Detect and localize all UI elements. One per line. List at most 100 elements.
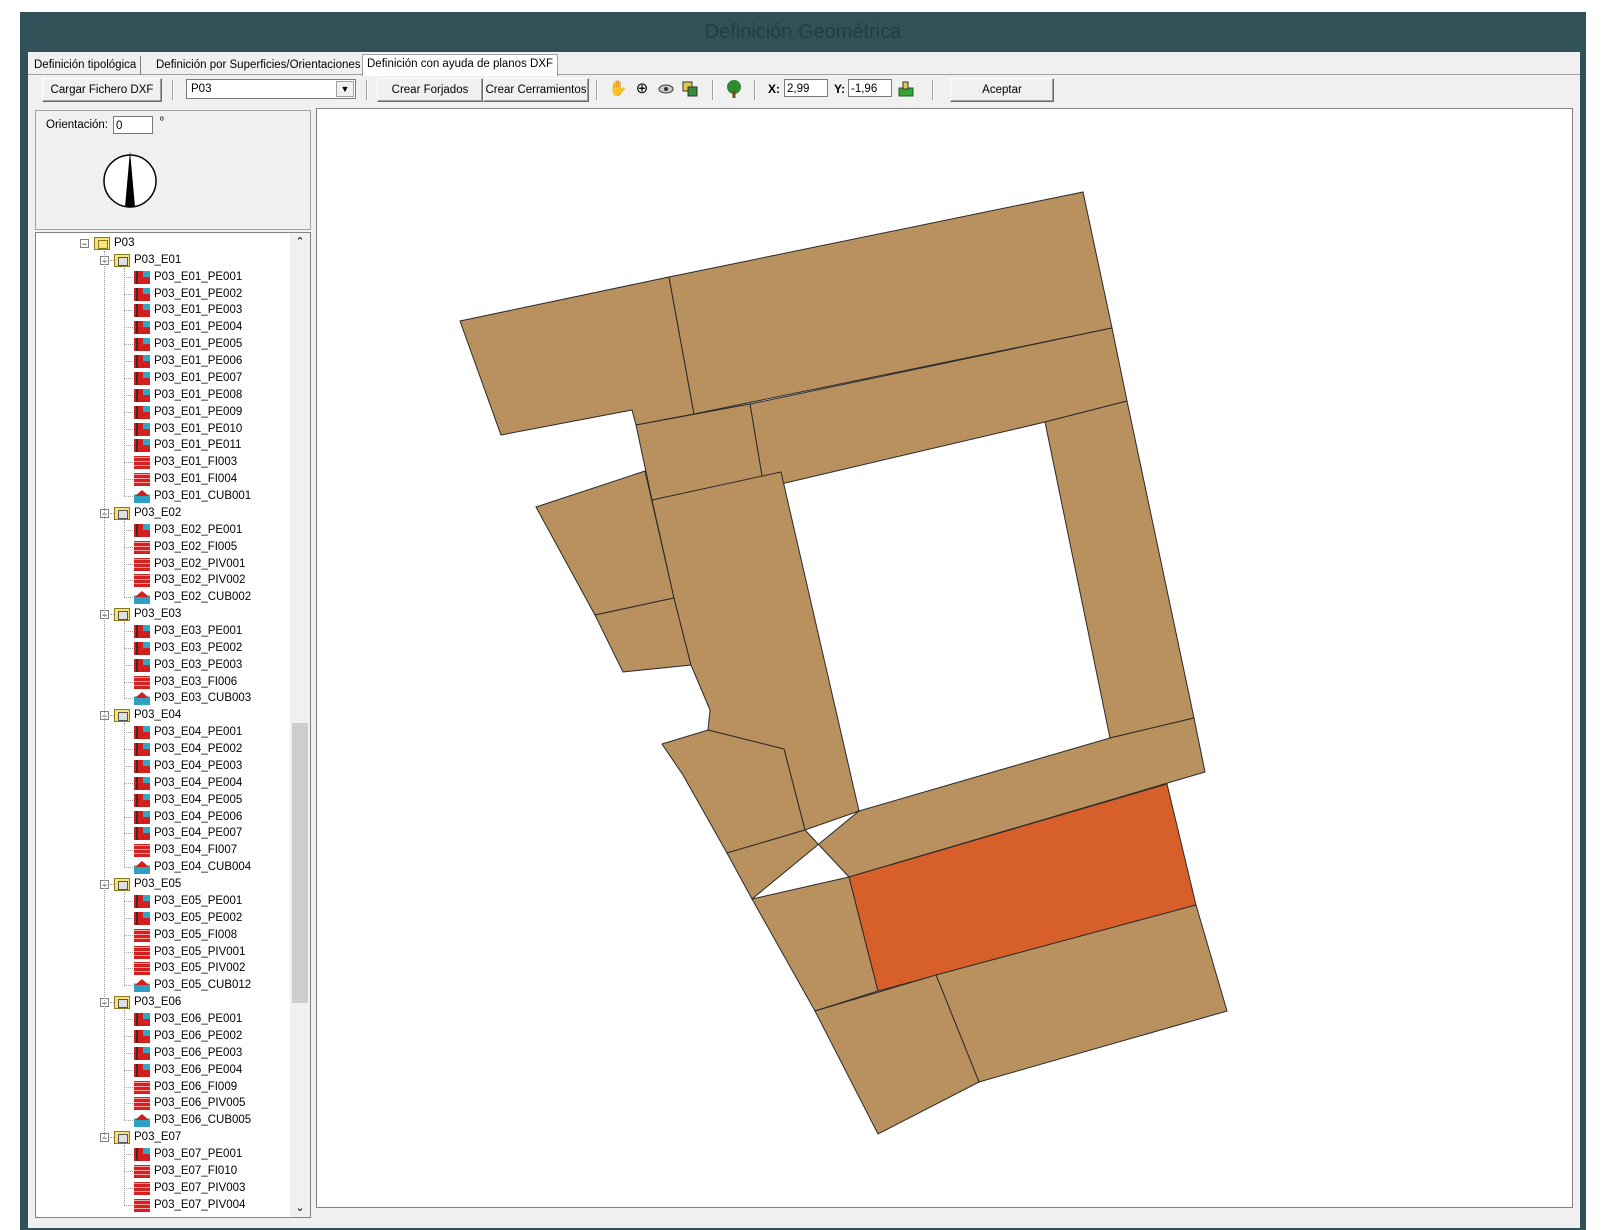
tree-connector [124, 951, 133, 953]
tree-node-label: P03_E05_PE002 [154, 911, 243, 924]
level-icon [114, 608, 130, 622]
tree-connector [124, 968, 133, 970]
floor-icon [134, 1181, 150, 1195]
tree-icon[interactable] [724, 79, 744, 99]
tree-connector [124, 580, 133, 582]
toolbar-separator [754, 80, 756, 100]
scroll-up-icon[interactable]: ⌃ [290, 233, 310, 251]
wall-icon [134, 287, 150, 301]
y-coordinate-field[interactable]: -1,96 [848, 79, 892, 97]
scroll-down-icon[interactable]: ⌄ [290, 1199, 310, 1217]
tree-connector [124, 892, 125, 986]
orientation-field[interactable]: 0 [113, 116, 153, 134]
wall-icon [134, 388, 150, 402]
tree-connector [124, 985, 133, 987]
tree-connector [124, 1170, 133, 1172]
layers-icon[interactable] [680, 79, 700, 99]
tree-connector [124, 1052, 133, 1054]
load-dxf-button[interactable]: Cargar Fichero DXF [42, 78, 162, 102]
view-icon[interactable] [656, 79, 676, 99]
wall-icon [134, 422, 150, 436]
tree-node-label: P03_E05_PE001 [154, 894, 243, 907]
tree-node-label: P03_E06_PE001 [154, 1013, 243, 1026]
pan-hand-icon[interactable]: ✋ [608, 79, 628, 99]
tree-connector [124, 1153, 133, 1155]
tree-connector [124, 344, 133, 346]
dxf-plan-canvas[interactable] [316, 108, 1573, 1208]
wall-icon [134, 894, 150, 908]
tree-connector [124, 394, 133, 396]
roof-icon [134, 861, 150, 875]
floor-plan[interactable] [317, 109, 1572, 1207]
tree-node-label: P03_E06_PE003 [154, 1046, 243, 1059]
tab-dxf[interactable]: Definición con ayuda de planos DXF [362, 54, 559, 76]
floor-icon [134, 1080, 150, 1094]
tree-node-label: P03_E04_PE006 [154, 810, 243, 823]
wall-icon [134, 321, 150, 335]
tree-scrollbar[interactable]: ⌃ ⌄ [290, 233, 310, 1217]
zone-sw-corner[interactable] [661, 729, 806, 854]
compass-icon [103, 151, 157, 208]
scroll-thumb[interactable] [292, 723, 308, 1003]
wall-icon [134, 355, 150, 369]
zone-east-wing[interactable] [1044, 400, 1195, 739]
apply-coords-icon[interactable] [896, 79, 916, 99]
tree-node-label: P03_E01_PE008 [154, 388, 243, 401]
orientation-panel: Orientación: 0 º [35, 110, 311, 230]
roof-icon [134, 591, 150, 605]
create-enclosures-button[interactable]: Crear Cerramientos [483, 78, 589, 102]
tree-connector [124, 782, 133, 784]
tree-node-label: P03_E05_PIV001 [154, 945, 246, 958]
wall-icon [134, 1046, 150, 1060]
wall-icon [134, 759, 150, 773]
wall-icon [134, 827, 150, 841]
tab-superficies[interactable]: Definición por Superficies/Orientaciones [152, 56, 366, 74]
tree-connector [124, 411, 133, 413]
tree-connector [124, 1069, 133, 1071]
tree-node-label: P03_E01_PE005 [154, 338, 243, 351]
tree-connector [124, 496, 133, 498]
tree-node-label: P03_E01_PE010 [154, 422, 243, 435]
tree-connector [124, 276, 133, 278]
create-slabs-button[interactable]: Crear Forjados [377, 78, 483, 102]
tree-connector [124, 377, 133, 379]
tree-node-label: P03_E04_CUB004 [154, 861, 252, 874]
tree-node-label: P03_E06_CUB005 [154, 1114, 252, 1127]
tree-connector [124, 732, 133, 734]
tree-node-label: P03_E01 [134, 253, 182, 266]
tab-tipologica[interactable]: Definición tipológica [30, 56, 142, 74]
tree-connector [124, 833, 133, 835]
tab-bar: Definición tipológica Definición por Sup… [28, 54, 1580, 76]
wall-icon [134, 1029, 150, 1043]
window-client: Definición tipológica Definición por Sup… [28, 52, 1580, 1228]
wall-icon [134, 911, 150, 925]
roof-icon [134, 692, 150, 706]
tree-connector [124, 563, 133, 565]
tree-connector [110, 614, 114, 616]
tree-node-label: P03_E04_PE004 [154, 776, 243, 789]
floor-icon [134, 557, 150, 571]
tree-connector [110, 1002, 114, 1004]
degree-unit: º [160, 116, 164, 127]
plant-select[interactable]: P03 ▼ [186, 79, 356, 99]
level-icon [114, 709, 130, 723]
wall-icon [134, 743, 150, 757]
tree-node-label: P03_E04_PE001 [154, 726, 243, 739]
tree-connector [110, 715, 114, 717]
tree-node-label: P03_E01_PE003 [154, 304, 243, 317]
wall-icon [134, 641, 150, 655]
tree-connector [124, 310, 133, 312]
tree-node-label: P03_E06_PE002 [154, 1029, 243, 1042]
tree-node-label: P03_E01_PE009 [154, 405, 243, 418]
x-coordinate-field[interactable]: 2,99 [784, 79, 828, 97]
tree-node-label: P03_E06_FI009 [154, 1080, 238, 1093]
collapse-toggle-icon[interactable]: − [80, 239, 89, 249]
accept-button[interactable]: Aceptar [950, 78, 1054, 102]
x-label: X: [768, 82, 780, 96]
tree-connector [124, 664, 133, 666]
y-label: Y: [834, 82, 846, 96]
chevron-down-icon[interactable]: ▼ [336, 81, 354, 97]
tree-node-label: P03_E03 [134, 608, 182, 621]
zone-north-wing[interactable] [459, 276, 695, 436]
zoom-icon[interactable]: ⊕ [632, 79, 652, 99]
